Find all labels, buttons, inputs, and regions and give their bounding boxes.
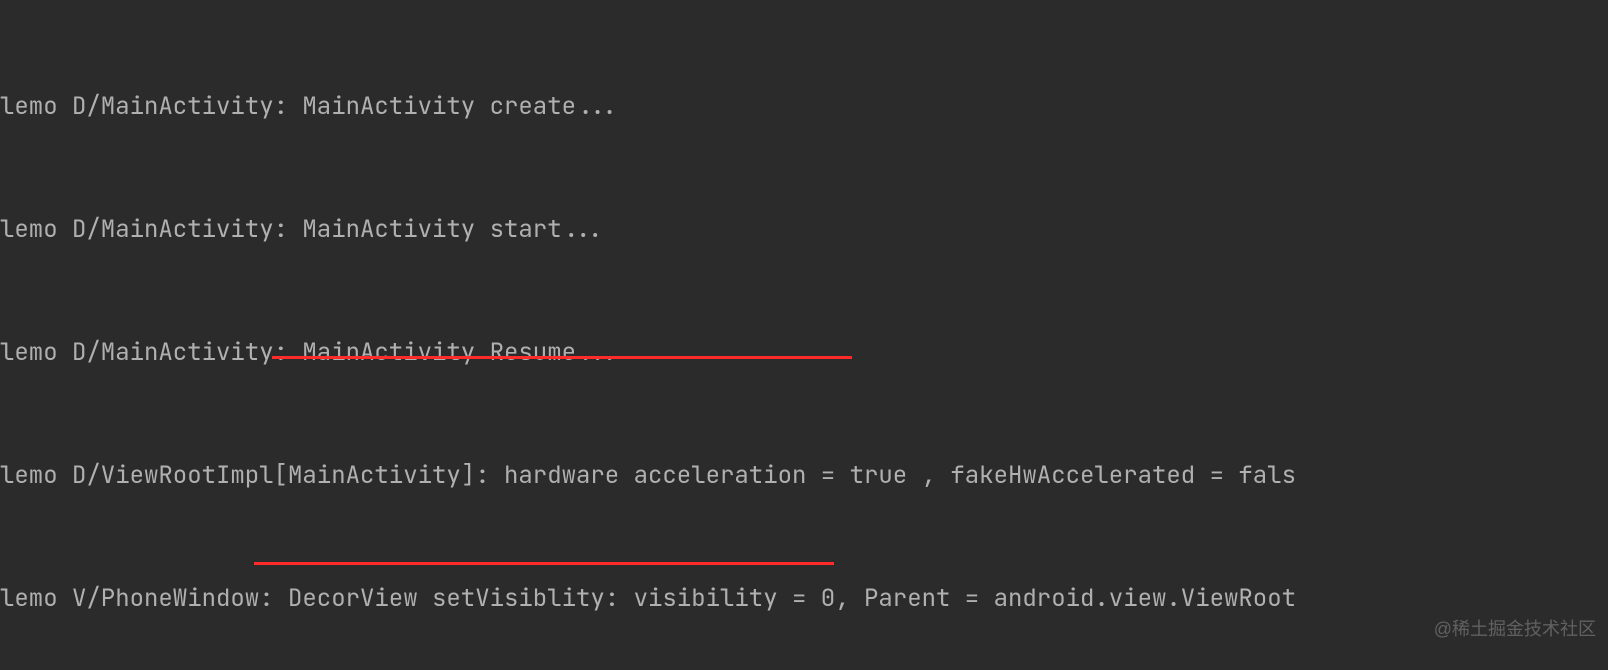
annotation-underline <box>272 356 852 359</box>
log-line: lemo D/MainActivity: MainActivity Resume… <box>0 332 1608 373</box>
log-line: lemo V/PhoneWindow: DecorView setVisibli… <box>0 578 1608 619</box>
annotation-underline <box>254 562 834 565</box>
watermark: @稀土掘金技术社区 <box>1434 609 1596 650</box>
log-line: lemo D/MainActivity: MainActivity start.… <box>0 209 1608 250</box>
log-line: lemo D/ViewRootImpl[MainActivity]: hardw… <box>0 455 1608 496</box>
log-area: lemo D/MainActivity: MainActivity create… <box>0 0 1608 670</box>
log-line: lemo D/MainActivity: MainActivity create… <box>0 86 1608 127</box>
